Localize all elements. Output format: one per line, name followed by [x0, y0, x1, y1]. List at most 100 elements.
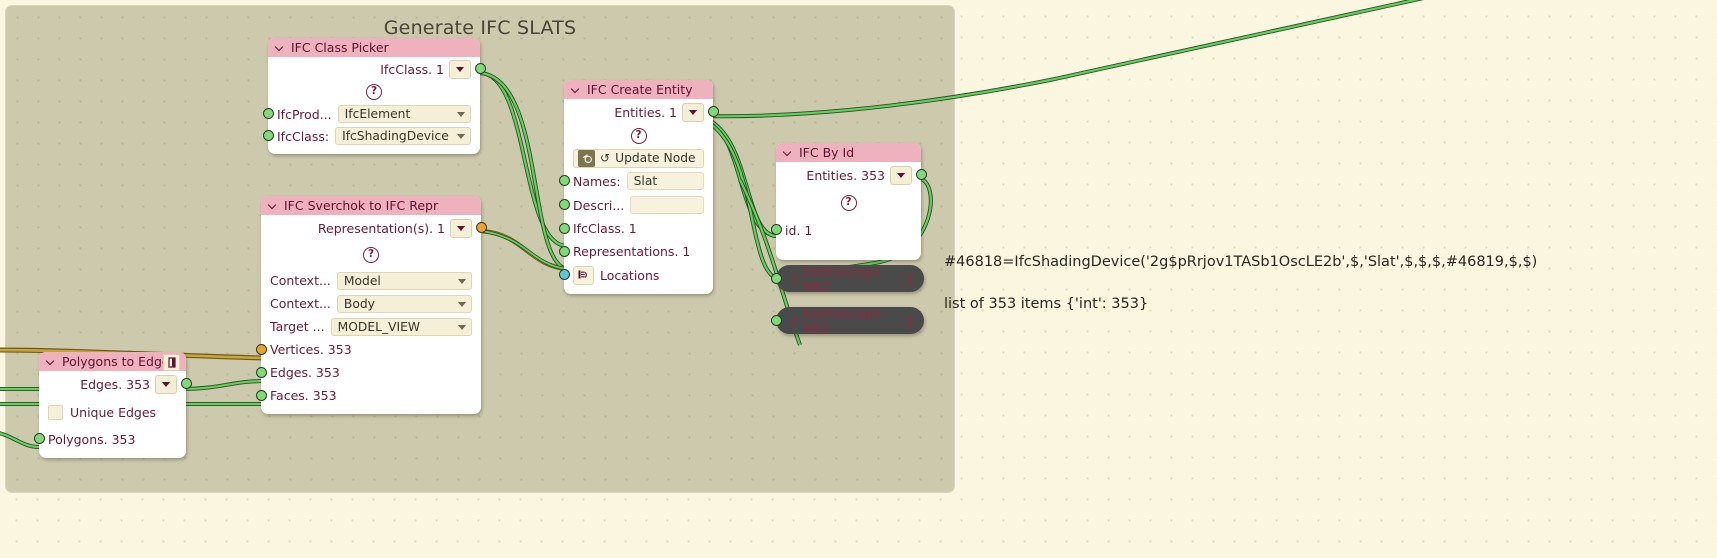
node-menu-icon[interactable]: ‖: [907, 314, 913, 328]
help-icon[interactable]: ?: [366, 83, 382, 100]
output-dropdown-button[interactable]: [682, 102, 704, 122]
input-row-representations[interactable]: Representations. 1: [558, 240, 713, 263]
chevron-right-icon[interactable]: [786, 314, 798, 327]
socket-out-entities[interactable]: [707, 106, 719, 117]
input-row-locations[interactable]: Locations: [558, 263, 713, 287]
node-header-ifc-by-id[interactable]: IFC By Id: [776, 143, 921, 162]
node-body-polygons-to-edges: Edges. 353 Unique Edges Polygons. 353: [33, 371, 192, 458]
output-row-edges[interactable]: Edges. 353: [39, 371, 192, 397]
output-row-entities[interactable]: Entities. 353: [776, 162, 927, 188]
node-editor-canvas[interactable]: Generate IFC SLATS IFC Class Picker IfcC…: [0, 0, 1717, 558]
input-row-faces[interactable]: Faces. 353: [255, 384, 481, 407]
socket-out-representations[interactable]: [475, 222, 487, 233]
node-menu-icon[interactable]: ‖: [907, 272, 913, 286]
node-title: IFC Class Picker: [291, 40, 389, 55]
node-ifc-create-entity[interactable]: IFC Create Entity Entities. 1 ? ↺ Update…: [558, 80, 719, 294]
node-header-polygons-to-edges[interactable]: Polygons to Edges: [39, 352, 186, 371]
socket-in-ifcclass[interactable]: [262, 130, 274, 141]
input-row-description[interactable]: Descri...: [558, 193, 713, 217]
checkbox-row-unique-edges[interactable]: Unique Edges: [39, 397, 186, 427]
prop-row-context-identifier[interactable]: Context... Model: [261, 269, 481, 292]
prop-label-ifcproduct: IfcProd...: [277, 106, 332, 122]
output-row-ifcclass[interactable]: IfcClass. 1: [268, 57, 486, 81]
input-row-vertices[interactable]: Vertices. 353: [255, 338, 481, 361]
output-row-entities[interactable]: Entities. 1: [564, 99, 719, 125]
node-preview-icon[interactable]: [163, 354, 180, 371]
socket-in-polygons[interactable]: [33, 433, 45, 444]
prop-combo-target[interactable]: MODEL_VIEW: [330, 317, 472, 336]
socket-in-names[interactable]: [558, 175, 570, 186]
chevron-down-icon: [458, 278, 466, 284]
output-label-entities: Entities. 353: [806, 167, 885, 183]
node-polygons-to-edges[interactable]: Polygons to Edges Edges. 353 Unique Edge…: [33, 352, 192, 458]
output-dropdown-button[interactable]: [449, 59, 471, 79]
socket-in-edges[interactable]: [255, 367, 267, 378]
chevron-down-icon[interactable]: [784, 148, 793, 157]
chevron-down-icon[interactable]: [276, 43, 285, 52]
help-row: ?: [776, 188, 921, 218]
node-ifc-by-id[interactable]: IFC By Id Entities. 353 ? id. 1: [770, 143, 927, 260]
node-stethoscope-mk2-1[interactable]: Stethoscope MK2 ‖: [771, 264, 924, 294]
socket-out-edges[interactable]: [180, 378, 192, 389]
node-header-ifc-create-entity[interactable]: IFC Create Entity: [564, 80, 713, 99]
input-row-names[interactable]: Names: Slat: [558, 169, 713, 193]
input-row-ifcclass[interactable]: IfcClass. 1: [558, 217, 713, 240]
socket-in-id[interactable]: [770, 224, 782, 235]
output-dropdown-button[interactable]: [155, 374, 177, 394]
node-header-ifc-sverchok-to-ifc-repr[interactable]: IFC Sverchok to IFC Repr: [261, 196, 481, 215]
unique-edges-checkbox[interactable]: [48, 404, 63, 420]
socket-out-ifcclass[interactable]: [474, 63, 486, 74]
input-row-id[interactable]: id. 1: [770, 218, 921, 242]
node-body-ifc-create-entity: Entities. 1 ? ↺ Update Node Names: Slat …: [558, 99, 719, 294]
help-icon[interactable]: ?: [840, 194, 857, 211]
input-row-polygons[interactable]: Polygons. 353: [33, 427, 186, 451]
prop-row-context-type[interactable]: Context... Body: [261, 292, 481, 315]
prop-row-target-view[interactable]: Target ... MODEL_VIEW: [261, 315, 481, 338]
chevron-right-icon[interactable]: [786, 272, 798, 285]
output-row-representations[interactable]: Representation(s). 1: [261, 215, 487, 241]
output-label-representations: Representation(s). 1: [317, 220, 445, 236]
prop-combo-ifcclass[interactable]: IfcShadingDevice: [335, 127, 471, 145]
socket-in-locations[interactable]: [558, 269, 570, 280]
prop-label-context-1: Context...: [270, 273, 331, 288]
help-icon[interactable]: ?: [630, 127, 647, 144]
update-node-row[interactable]: ↺ Update Node: [564, 147, 713, 169]
input-value-names: Slat: [633, 174, 658, 188]
node-title: Stethoscope MK2: [803, 305, 881, 336]
node-header-ifc-class-picker[interactable]: IFC Class Picker: [268, 38, 480, 57]
help-icon[interactable]: ?: [363, 246, 379, 263]
socket-in-representations[interactable]: [558, 246, 570, 257]
update-node-button[interactable]: ↺ Update Node: [573, 148, 704, 168]
node-ifc-class-picker[interactable]: IFC Class Picker IfcClass. 1 ? IfcProd..…: [262, 38, 486, 154]
chevron-down-icon[interactable]: [572, 85, 581, 94]
input-label-vertices: Vertices. 353: [270, 342, 352, 357]
output-dropdown-button[interactable]: [450, 218, 472, 238]
socket-in-ifcproduct[interactable]: [262, 108, 274, 119]
input-field-names[interactable]: Slat: [626, 172, 704, 190]
socket-in-data[interactable]: [771, 315, 782, 326]
socket-in-ifcclass[interactable]: [558, 223, 570, 234]
chevron-down-icon: [457, 112, 465, 117]
prop-combo-ifcproduct[interactable]: IfcElement: [337, 105, 471, 123]
input-field-description[interactable]: [630, 196, 704, 214]
chevron-down-icon[interactable]: [269, 201, 278, 210]
refresh-icon: ↺: [600, 151, 611, 165]
chevron-down-icon: [458, 324, 466, 330]
node-stethoscope-mk2-2[interactable]: Stethoscope MK2 ‖: [771, 305, 924, 336]
prop-row-ifcclass[interactable]: IfcClass: IfcShadingDevice: [262, 125, 480, 147]
socket-in-faces[interactable]: [255, 390, 267, 401]
socket-out-entities[interactable]: [915, 169, 927, 180]
prop-row-ifcproduct[interactable]: IfcProd... IfcElement: [262, 103, 480, 125]
prop-combo-context-2[interactable]: Body: [336, 294, 472, 313]
socket-in-data[interactable]: [771, 273, 782, 284]
output-label-ifcclass: IfcClass. 1: [380, 61, 444, 77]
output-dropdown-button[interactable]: [890, 165, 912, 185]
socket-in-description[interactable]: [558, 199, 570, 210]
chevron-down-icon[interactable]: [47, 357, 56, 366]
node-ifc-sverchok-to-ifc-repr[interactable]: IFC Sverchok to IFC Repr Representation(…: [255, 196, 487, 414]
input-label-polygons: Polygons. 353: [48, 431, 136, 447]
socket-in-vertices[interactable]: [255, 344, 267, 355]
matrix-icon[interactable]: [573, 265, 594, 285]
input-row-edges[interactable]: Edges. 353: [255, 361, 481, 384]
prop-combo-context-1[interactable]: Model: [336, 271, 472, 290]
